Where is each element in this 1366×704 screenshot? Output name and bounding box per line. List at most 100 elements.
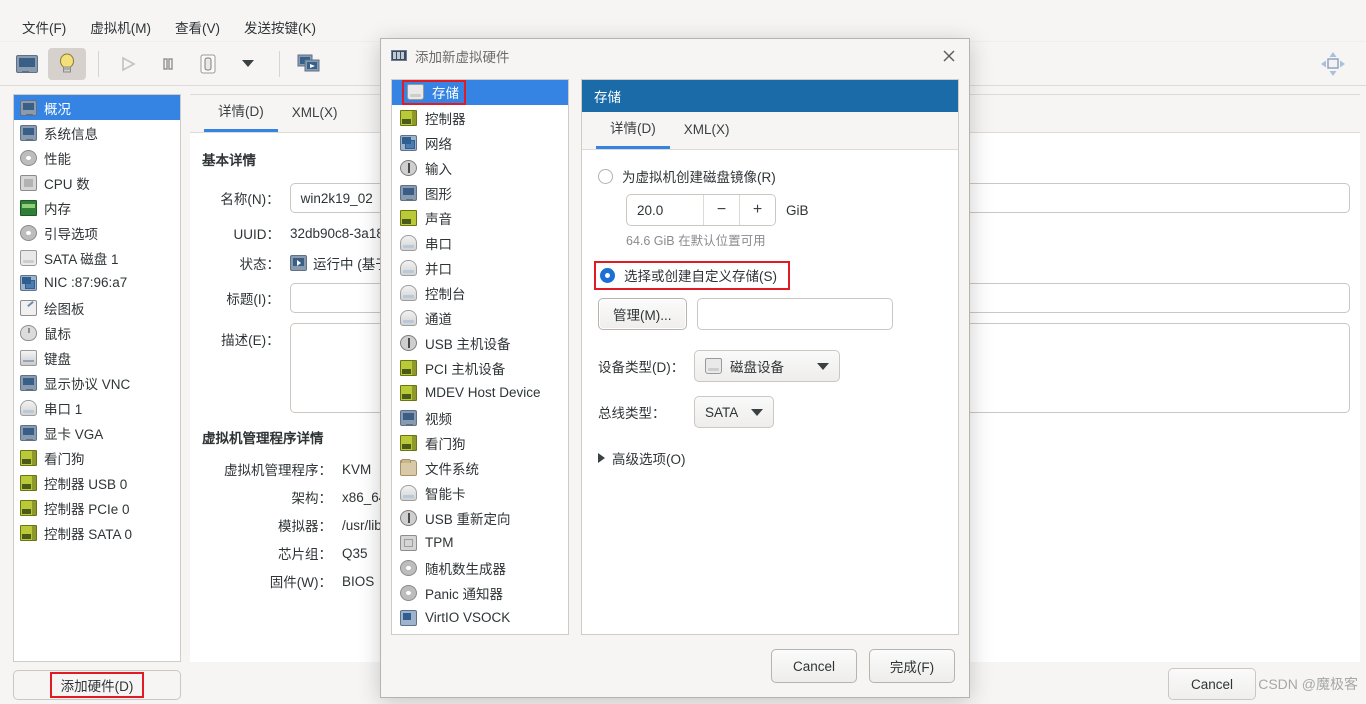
uuid-label: UUID： [233,227,281,242]
sidebar-item-overview[interactable]: 概况 [14,95,180,120]
bus-type-select[interactable]: SATA [694,396,774,428]
sidebar-item-os-info[interactable]: 系统信息 [14,120,180,145]
sidebar-item-label: 控制器 SATA 0 [44,526,133,542]
shutdown-icon[interactable] [189,48,227,80]
menu-virtual-machine[interactable]: 虚拟机(M) [78,14,163,40]
hw-item-channel[interactable]: 通道 [392,305,568,330]
vm-hardware-list[interactable]: 概况 系统信息 性能 CPU 数 内存 引导选项 SATA 磁盘 1 NIC:… [13,94,181,662]
close-icon[interactable] [937,44,961,68]
disk-size-row: 20.0 − + GiB [598,194,942,226]
advanced-options-expander[interactable]: 高级选项(O) [598,448,942,468]
sidebar-item-label: 控制器 PCIe 0 [44,501,130,517]
tab-details[interactable]: 详情(D) [204,92,278,132]
details-view-icon[interactable] [48,47,86,80]
hw-item-watchdog[interactable]: 看门狗 [392,430,568,455]
fullscreen-icon[interactable] [1314,48,1352,80]
hw-item-pci-host-device[interactable]: PCI 主机设备 [392,355,568,380]
sidebar-item-controller-pcie-0[interactable]: 控制器 PCIe 0 [14,495,180,520]
disk-size-value[interactable]: 20.0 [627,195,703,225]
create-disk-radio[interactable] [598,168,613,184]
sidebar-item-nic[interactable]: NIC :87:96:a7 [14,270,180,295]
disk-size-unit: GiB [786,202,809,218]
shutdown-dropdown-icon[interactable] [229,48,267,80]
hw-item-mdev-host-device[interactable]: MDEV Host Device [392,380,568,405]
hw-item-panic-notifier[interactable]: Panic 通知器 [392,580,568,605]
hw-item-tpm[interactable]: TPM [392,530,568,555]
storage-path-input[interactable] [696,298,893,330]
hw-item-storage[interactable]: 存储 [392,80,568,105]
device-type-select[interactable]: 磁盘设备 [694,350,840,382]
sidebar-item-label: 鼠标 [44,326,71,342]
sound-icon [400,209,417,226]
hw-item-parallel[interactable]: 并口 [392,255,568,280]
hw-item-graphics[interactable]: 图形 [392,180,568,205]
custom-storage-option[interactable]: 选择或创建自定义存储(S) [594,261,790,290]
sidebar-item-controller-usb-0[interactable]: 控制器 USB 0 [14,470,180,495]
pane-header: 存储 [582,80,958,112]
hw-item-usb-host-device[interactable]: USB 主机设备 [392,330,568,355]
lightbulb-glyph [60,53,74,72]
add-hardware-button[interactable]: 添加硬件(D) [13,670,181,700]
bg-cancel-button[interactable]: Cancel [1168,668,1256,700]
advanced-options-label: 高级选项(O) [612,452,686,467]
firmware-value: BIOS [342,573,375,589]
disk-size-stepper[interactable]: 20.0 − + [626,194,776,226]
sidebar-item-memory[interactable]: 内存 [14,195,180,220]
hw-item-smartcard[interactable]: 智能卡 [392,480,568,505]
power-glyph [200,54,216,73]
tab-storage-xml[interactable]: XML(X) [670,114,744,149]
hw-item-console[interactable]: 控制台 [392,280,568,305]
usb-icon [400,509,417,526]
dialog-finish-button[interactable]: 完成(F) [869,649,955,683]
manage-button[interactable]: 管理(M)... [598,298,687,330]
run-icon[interactable] [109,48,147,80]
custom-storage-radio[interactable] [600,267,615,283]
hw-item-controller[interactable]: 控制器 [392,105,568,130]
sidebar-item-performance[interactable]: 性能 [14,145,180,170]
hw-item-video[interactable]: 视频 [392,405,568,430]
hardware-type-list[interactable]: 存储 控制器 网络 输入 图形 声音 串口 并口 控制台 通道 USB 主机设备… [391,79,569,635]
disk-size-minus-button[interactable]: − [703,195,739,225]
storage-tabbar: 详情(D) XML(X) [582,112,958,150]
hw-item-virtio-vsock[interactable]: VirtIO VSOCK [392,605,568,630]
hw-item-network[interactable]: 网络 [392,130,568,155]
dialog-cancel-button[interactable]: Cancel [771,649,857,683]
hw-item-serial[interactable]: 串口 [392,230,568,255]
pause-icon[interactable] [149,48,187,80]
disk-size-plus-button[interactable]: + [739,195,775,225]
sidebar-item-video-vga[interactable]: 显卡 VGA [14,420,180,445]
monitor-icon [20,124,37,141]
sidebar-item-tablet[interactable]: 绘图板 [14,295,180,320]
menu-file[interactable]: 文件(F) [10,14,78,40]
sidebar-item-controller-sata-0[interactable]: 控制器 SATA 0 [14,520,180,545]
tab-xml[interactable]: XML(X) [278,97,352,132]
sidebar-item-cpus[interactable]: CPU 数 [14,170,180,195]
hw-item-usb-redirection[interactable]: USB 重新定向 [392,505,568,530]
sidebar-item-boot-options[interactable]: 引导选项 [14,220,180,245]
sidebar-item-mouse[interactable]: 鼠标 [14,320,180,345]
pause-glyph [163,57,173,70]
console-view-icon[interactable] [8,48,46,80]
snapshots-icon[interactable] [290,48,328,80]
sidebar-item-serial-1[interactable]: 串口 1 [14,395,180,420]
hw-item-label: 网络 [425,136,452,152]
sidebar-item-display-vnc[interactable]: 显示协议 VNC [14,370,180,395]
card-icon [400,384,417,401]
hw-item-filesystem[interactable]: 文件系统 [392,455,568,480]
sidebar-item-keyboard[interactable]: 键盘 [14,345,180,370]
tab-storage-details[interactable]: 详情(D) [596,109,670,149]
menu-view[interactable]: 查看(V) [163,14,232,40]
chevron-down-glyph [242,60,254,67]
create-disk-image-option[interactable]: 为虚拟机创建磁盘镜像(R) [598,166,942,186]
hw-item-sound[interactable]: 声音 [392,205,568,230]
sidebar-item-watchdog[interactable]: 看门狗 [14,445,180,470]
hw-item-label: 文件系统 [425,461,479,477]
serial-icon [400,284,417,301]
hw-item-rng[interactable]: 随机数生成器 [392,555,568,580]
smartcard-icon [400,484,417,501]
sidebar-item-sata-disk-1[interactable]: SATA 磁盘 1 [14,245,180,270]
hw-item-input[interactable]: 输入 [392,155,568,180]
keyboard-icon [20,349,37,366]
menu-send-key[interactable]: 发送按键(K) [232,14,328,40]
cpu-icon [20,174,37,191]
